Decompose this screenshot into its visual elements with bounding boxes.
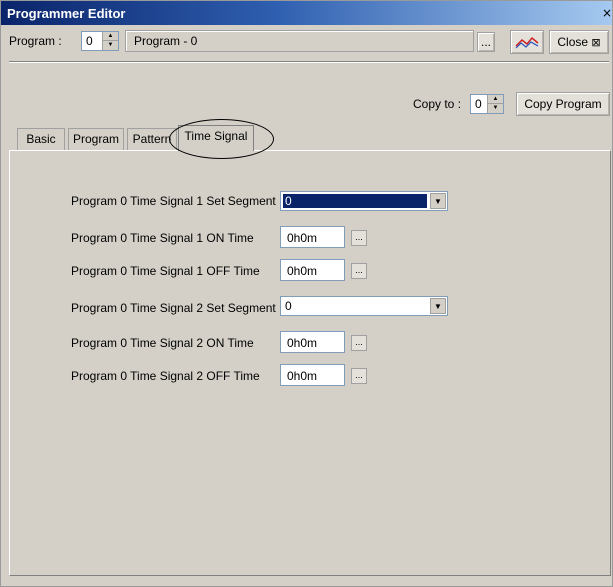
ts2-segment-label: Program 0 Time Signal 2 Set Segment	[71, 301, 276, 315]
ts1-off-time-field[interactable]: 0h0m	[280, 259, 345, 281]
program-name-field[interactable]: Program - 0	[125, 30, 474, 52]
title-bar[interactable]: Programmer Editor ×	[1, 1, 612, 25]
close-button[interactable]: Close ⊠	[549, 30, 609, 54]
copy-spin-down-icon[interactable]: ▼	[488, 104, 503, 113]
tab-basic[interactable]: Basic	[17, 128, 65, 150]
window-title: Programmer Editor	[7, 6, 126, 21]
copy-program-button[interactable]: Copy Program	[516, 92, 610, 116]
copy-to-value: 0	[475, 97, 482, 111]
ts1-off-time-value: 0h0m	[287, 264, 318, 278]
ts2-on-time-button[interactable]: ...	[351, 335, 367, 351]
ts2-on-time-label: Program 0 Time Signal 2 ON Time	[71, 336, 254, 350]
ts1-off-time-button[interactable]: ...	[351, 263, 367, 279]
ts1-segment-dropdown[interactable]: 0 ▼	[280, 191, 448, 211]
ts1-on-time-field[interactable]: 0h0m	[280, 226, 345, 248]
program-browse-button[interactable]: ...	[477, 32, 495, 52]
ts2-segment-value: 0	[285, 299, 292, 313]
close-icon[interactable]: ×	[602, 6, 612, 20]
program-number-spinner[interactable]: 0 ▲ ▼	[81, 31, 119, 51]
ts2-off-time-field[interactable]: 0h0m	[280, 364, 345, 386]
tab-highlight-circle	[169, 119, 274, 159]
ts2-on-time-value: 0h0m	[287, 336, 318, 350]
ts2-off-time-button[interactable]: ...	[351, 368, 367, 384]
header-separator	[9, 61, 609, 63]
ts1-on-time-button[interactable]: ...	[351, 230, 367, 246]
program-number-value: 0	[86, 34, 93, 48]
copy-spin-up-icon[interactable]: ▲	[488, 95, 503, 104]
ts1-on-time-label: Program 0 Time Signal 1 ON Time	[71, 231, 254, 245]
program-name-value: Program - 0	[134, 34, 198, 48]
ts2-segment-dropdown[interactable]: 0 ▼	[280, 296, 448, 316]
ts1-segment-label: Program 0 Time Signal 1 Set Segment	[71, 194, 276, 208]
spin-up-icon[interactable]: ▲	[103, 32, 118, 41]
dropdown-arrow-icon[interactable]: ▼	[430, 193, 446, 209]
close-button-label: Close	[557, 35, 589, 49]
copy-to-label: Copy to :	[413, 97, 462, 111]
trend-graph-icon	[515, 36, 539, 49]
dropdown-arrow-icon[interactable]: ▼	[430, 298, 446, 314]
programmer-editor-window: Programmer Editor × Program : 0 ▲ ▼ Prog…	[0, 0, 613, 587]
ts2-off-time-value: 0h0m	[287, 369, 318, 383]
tab-program[interactable]: Program	[68, 128, 124, 150]
ts1-off-time-label: Program 0 Time Signal 1 OFF Time	[71, 264, 260, 278]
ts2-on-time-field[interactable]: 0h0m	[280, 331, 345, 353]
graph-button[interactable]	[510, 30, 544, 54]
spin-down-icon[interactable]: ▼	[103, 41, 118, 50]
spinner-arrows[interactable]: ▲ ▼	[102, 32, 118, 50]
ts2-off-time-label: Program 0 Time Signal 2 OFF Time	[71, 369, 260, 383]
ts1-segment-value: 0	[285, 194, 292, 208]
selection-highlight	[283, 194, 427, 208]
copy-spinner-arrows[interactable]: ▲ ▼	[487, 95, 503, 113]
close-box-icon: ⊠	[591, 36, 601, 49]
program-label: Program :	[9, 34, 62, 48]
time-signal-panel	[9, 150, 611, 576]
copy-to-spinner[interactable]: 0 ▲ ▼	[470, 94, 504, 114]
ts1-on-time-value: 0h0m	[287, 231, 318, 245]
